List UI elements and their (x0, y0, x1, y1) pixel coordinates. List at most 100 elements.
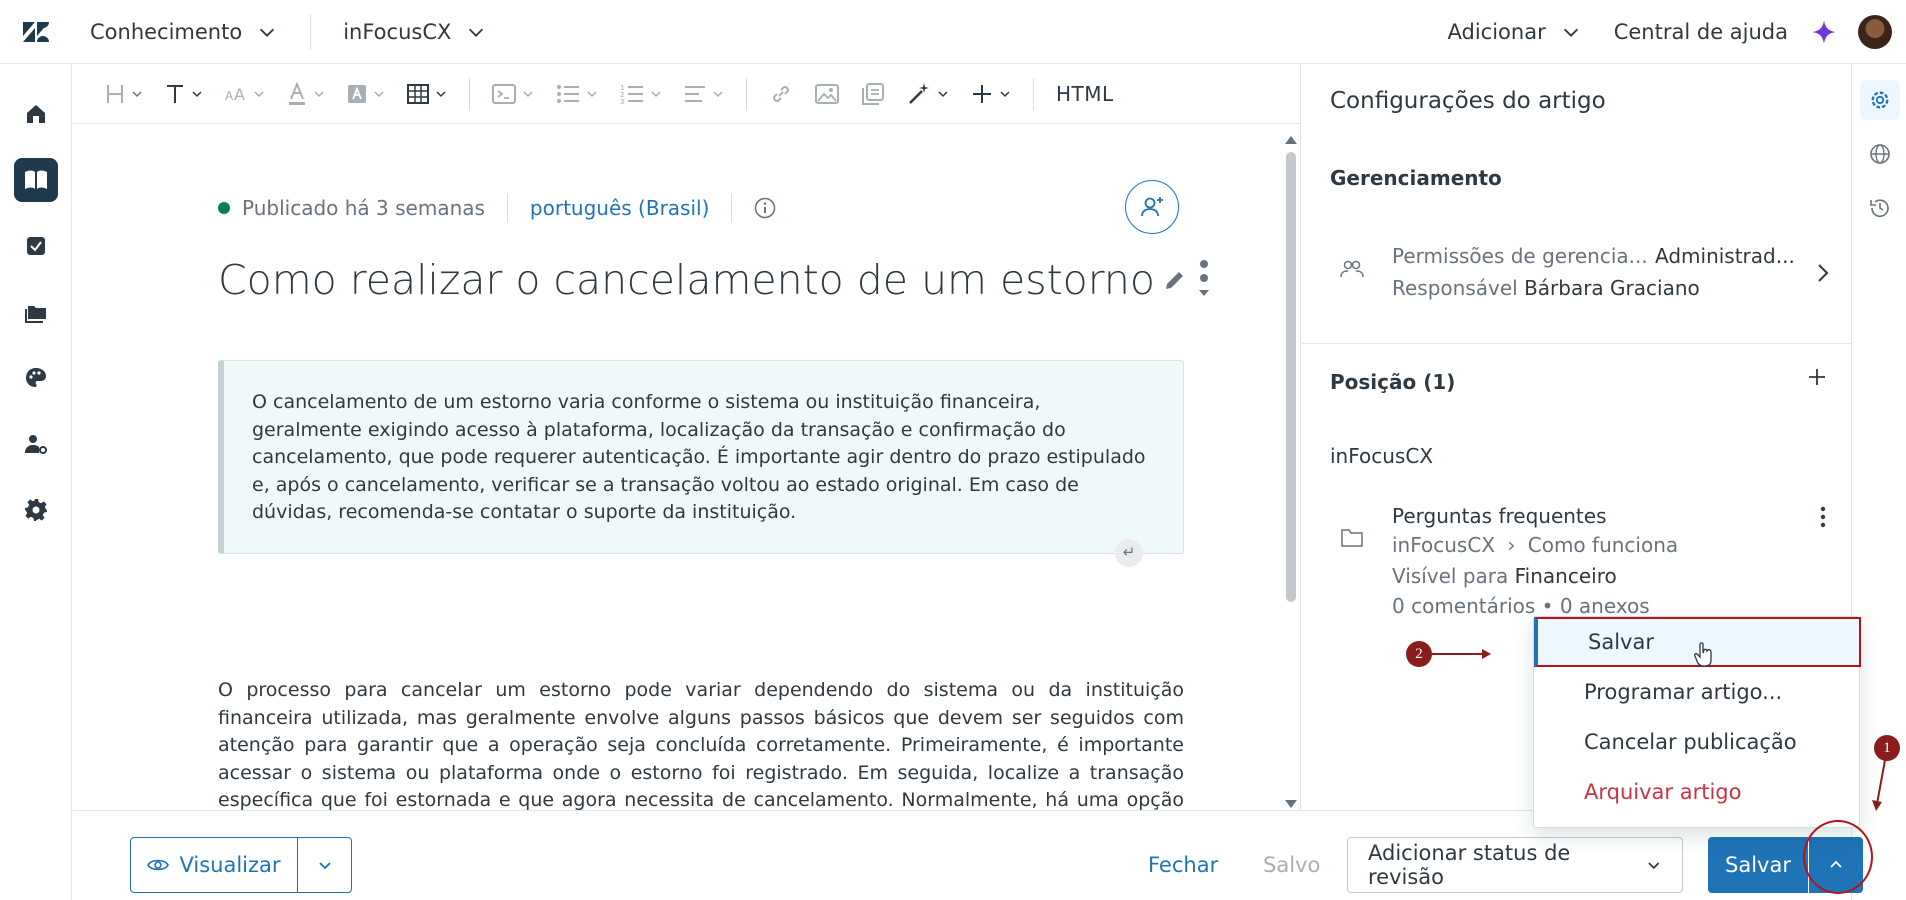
user-avatar[interactable] (1858, 14, 1892, 49)
menu-item-archive[interactable]: Arquivar artigo (1534, 767, 1861, 817)
language-link[interactable]: português (Brasil) (530, 196, 709, 220)
text-style-button[interactable] (165, 83, 203, 105)
article-title[interactable]: Como realizar o cancelamento de um estor… (218, 256, 1155, 304)
help-center-link[interactable]: Central de ajuda (1598, 20, 1804, 44)
table-button[interactable] (407, 83, 447, 105)
chevron-down-icon (938, 90, 948, 97)
annotation-arrow-down-icon (1872, 760, 1886, 811)
brand-switcher[interactable]: inFocusCX (325, 12, 505, 52)
published-status-dot (218, 202, 230, 214)
folders-icon[interactable] (14, 290, 58, 334)
chevron-down-icon (314, 90, 324, 97)
code-block-button[interactable] (492, 83, 534, 104)
heading-button[interactable] (105, 83, 143, 105)
chevron-right-icon (1818, 264, 1829, 282)
callout-text: O cancelamento de um estorno varia confo… (252, 391, 1146, 523)
add-user-icon (1141, 197, 1163, 217)
add-menu[interactable]: Adicionar (1432, 20, 1598, 44)
link-button[interactable] (769, 82, 793, 106)
permissions-label: Permissões de gerencia... (1392, 244, 1648, 268)
bullet-list-icon (557, 84, 579, 103)
chevron-down-icon (254, 90, 264, 97)
font-size-icon: AA (225, 85, 245, 104)
image-icon (815, 83, 839, 104)
chevron-down-icon (1000, 90, 1010, 97)
font-size-button[interactable]: AA (225, 83, 265, 105)
text-type-icon (167, 84, 183, 103)
svg-text:A: A (234, 85, 245, 104)
menu-item-schedule[interactable]: Programar artigo... (1534, 667, 1861, 717)
editor-scrollbar[interactable] (1283, 134, 1299, 810)
zendesk-logo-icon[interactable] (0, 0, 72, 64)
divider (506, 194, 508, 222)
position-brand: inFocusCX (1330, 444, 1434, 468)
plus-icon (973, 84, 991, 103)
owner-value: Bárbara Graciano (1524, 276, 1700, 300)
preview-button[interactable]: Visualizar (130, 837, 298, 893)
bullet-list-button[interactable] (556, 84, 598, 104)
drag-handle-icon[interactable] (1195, 256, 1213, 304)
heading-icon (107, 84, 123, 103)
add-position-plus-icon[interactable] (1807, 367, 1827, 387)
chevron-down-icon (587, 90, 597, 97)
add-collaborator-button[interactable] (1125, 180, 1179, 234)
chevron-down-icon (651, 90, 661, 97)
align-button[interactable] (684, 84, 724, 104)
text-color-button[interactable] (287, 81, 325, 106)
image-button[interactable] (815, 83, 839, 105)
history-icon[interactable] (1860, 188, 1900, 228)
product-switcher[interactable]: Conhecimento (72, 12, 296, 52)
html-mode-button[interactable]: HTML (1056, 82, 1114, 106)
globe-icon[interactable] (1860, 134, 1900, 174)
ai-tools-button[interactable] (907, 82, 949, 106)
kebab-menu-icon[interactable] (1816, 504, 1830, 530)
review-status-select[interactable]: Adicionar status de revisão (1347, 837, 1683, 893)
highlight-color-button[interactable] (347, 84, 385, 104)
ai-sparkle-icon[interactable] (1804, 19, 1844, 45)
home-icon[interactable] (14, 92, 58, 136)
save-button[interactable]: Salvar (1708, 837, 1808, 893)
scroll-up-arrow-icon[interactable] (1285, 136, 1297, 144)
toolbar-divider (746, 77, 747, 110)
return-icon[interactable]: ↵ (1115, 539, 1143, 567)
settings-gear-icon[interactable] (1860, 80, 1900, 120)
article-meta: Publicado há 3 semanas português (Brasil… (218, 194, 776, 222)
visibility-line: Visível para Financeiro (1392, 564, 1617, 588)
palette-icon[interactable] (14, 356, 58, 400)
insert-button[interactable] (971, 83, 1011, 105)
chevron-down-icon (436, 90, 446, 97)
annotation-step-2: 2 (1406, 641, 1432, 667)
chevron-down-icon (132, 90, 142, 97)
edit-pencil-icon[interactable] (1163, 268, 1187, 292)
owner-line: Responsável Bárbara Graciano (1392, 276, 1700, 300)
close-button[interactable]: Fechar (1148, 853, 1218, 877)
numbered-list-button[interactable]: 123 (620, 83, 662, 105)
knowledge-book-icon[interactable] (14, 158, 58, 202)
permissions-row[interactable]: Permissões de gerencia... Administrad...… (1330, 244, 1830, 324)
tasks-check-icon[interactable] (14, 224, 58, 268)
menu-item-unpublish[interactable]: Cancelar publicação (1534, 717, 1861, 767)
visible-label: Visível para (1392, 564, 1509, 588)
position-heading: Posição (1) (1330, 370, 1456, 394)
summary-callout[interactable]: O cancelamento de um estorno varia confo… (218, 360, 1184, 567)
scroll-down-arrow-icon[interactable] (1285, 800, 1297, 808)
content-block-button[interactable] (861, 82, 885, 106)
chevron-down-icon (1648, 862, 1660, 870)
article-editor: AA 123 HTML Publicado há 3 semanas portu… (73, 64, 1301, 810)
scrollbar-thumb[interactable] (1286, 152, 1296, 602)
preview-options-button[interactable] (297, 837, 352, 893)
visible-value: Financeiro (1514, 564, 1617, 588)
comments-count: 0 comentários (1392, 594, 1536, 618)
saved-status: Salvo (1263, 853, 1321, 877)
hand-cursor-icon (1694, 642, 1712, 667)
user-settings-icon[interactable] (14, 422, 58, 466)
section-name[interactable]: Perguntas frequentes (1392, 504, 1607, 528)
annotation-arrow-right-icon (1432, 649, 1491, 659)
brand-switcher-label: inFocusCX (343, 19, 452, 44)
admin-gear-icon[interactable] (14, 488, 58, 532)
help-center-label: Central de ajuda (1613, 19, 1788, 44)
info-icon[interactable] (754, 197, 776, 219)
settings-title: Configurações do artigo (1330, 88, 1606, 114)
table-icon (407, 83, 429, 104)
article-body[interactable]: O processo para cancelar um estorno pode… (218, 677, 1184, 810)
